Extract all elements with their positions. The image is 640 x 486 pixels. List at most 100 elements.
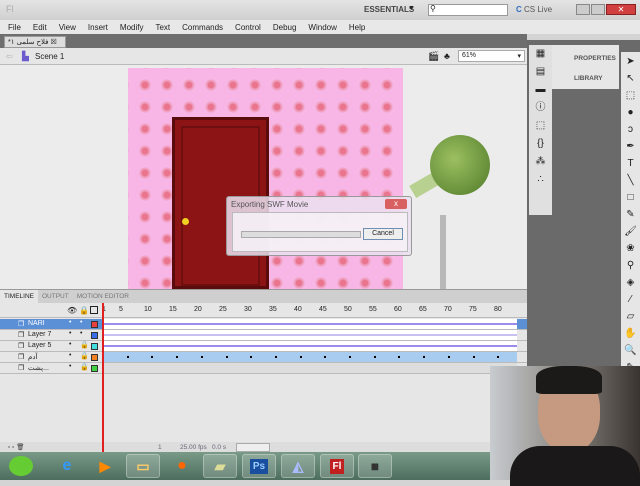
edit-scene-icon[interactable]: 🎬: [428, 51, 439, 62]
layer-color-swatch[interactable]: [91, 354, 98, 361]
bone-tool-icon[interactable]: ⚲: [627, 258, 634, 273]
keyframe[interactable]: [176, 356, 179, 358]
layer-frames[interactable]: [102, 319, 517, 329]
eyedropper-tool-icon[interactable]: ⁄: [630, 292, 632, 307]
rectangle-tool-icon[interactable]: □: [627, 190, 633, 205]
menu-text[interactable]: Text: [155, 23, 170, 32]
frame-rate[interactable]: 25.00 fps: [180, 444, 207, 451]
layer-name[interactable]: Layer 5: [28, 342, 51, 349]
edit-symbols-icon[interactable]: ♣: [444, 51, 450, 61]
layer-frames[interactable]: [102, 363, 517, 373]
keyframe[interactable]: [398, 356, 401, 358]
selection-tool-icon[interactable]: ➤: [626, 54, 634, 69]
layer-color-swatch[interactable]: [91, 321, 98, 328]
eraser-tool-icon[interactable]: ▱: [627, 309, 635, 324]
visibility-dot[interactable]: •: [69, 341, 71, 348]
layer-frames[interactable]: [102, 330, 517, 340]
dialog-close-button[interactable]: x: [385, 199, 407, 209]
lock-icon[interactable]: 🔒: [80, 352, 89, 360]
cs-live-button[interactable]: CS Live: [524, 5, 552, 14]
lasso-tool-icon[interactable]: ↄ: [628, 122, 633, 137]
back-arrow-icon[interactable]: ⇦: [6, 52, 13, 61]
timeline-layer[interactable]: ❐ Layer 5 • 🔒: [0, 341, 527, 352]
layer-frames[interactable]: [102, 352, 517, 362]
close-button[interactable]: ✕: [606, 4, 636, 15]
paint-bucket-tool-icon[interactable]: ◈: [627, 275, 635, 290]
layer-color-swatch[interactable]: [91, 365, 98, 372]
zoom-select[interactable]: 61% ▾: [458, 50, 525, 62]
visibility-dot[interactable]: •: [69, 363, 71, 370]
firefox-icon[interactable]: ●: [165, 454, 199, 478]
3d-rotation-tool-icon[interactable]: ●: [627, 105, 633, 120]
visibility-dot[interactable]: •: [69, 319, 71, 326]
pen-tool-icon[interactable]: ✒: [626, 139, 634, 154]
menu-commands[interactable]: Commands: [182, 23, 223, 32]
lock-dot[interactable]: •: [80, 319, 82, 326]
app-icon[interactable]: ◭: [281, 454, 315, 478]
playhead[interactable]: [102, 303, 104, 453]
timeline-layer[interactable]: ❐ NARI • •: [0, 319, 527, 330]
zoom-tool-icon[interactable]: 🔍: [624, 343, 636, 358]
timeline-layer[interactable]: ❐ پشت... • 🔒: [0, 363, 527, 374]
keyframe[interactable]: [299, 356, 302, 358]
subselection-tool-icon[interactable]: ↖: [626, 71, 634, 86]
layer-frames[interactable]: [102, 341, 517, 351]
components-icon[interactable]: ⁂: [529, 153, 552, 171]
lock-dot[interactable]: •: [80, 330, 82, 337]
menu-window[interactable]: Window: [308, 23, 336, 32]
cancel-button[interactable]: Cancel: [363, 228, 403, 240]
keyframe[interactable]: [472, 356, 475, 358]
brush-tool-icon[interactable]: 🖌: [624, 224, 637, 239]
explorer-icon[interactable]: ▭: [126, 454, 160, 478]
keyframe[interactable]: [274, 356, 277, 358]
keyframe[interactable]: [324, 356, 327, 358]
text-tool-icon[interactable]: T: [627, 156, 633, 171]
media-player-icon[interactable]: ▶: [88, 454, 122, 478]
keyframe[interactable]: [250, 356, 253, 358]
swatches-icon[interactable]: ▤: [529, 63, 552, 81]
menu-insert[interactable]: Insert: [88, 23, 108, 32]
layer-name[interactable]: پشت...: [28, 364, 49, 372]
free-transform-tool-icon[interactable]: ⬚: [626, 88, 635, 103]
document-tab[interactable]: *فلاح سلمی ۱ ☒: [4, 36, 66, 48]
layer-name[interactable]: NARI: [28, 320, 45, 327]
keyframe[interactable]: [447, 356, 450, 358]
workspace-switcher[interactable]: ESSENTIALS: [364, 5, 414, 14]
start-button[interactable]: [4, 454, 38, 478]
keyframe[interactable]: [126, 356, 129, 358]
keyframe[interactable]: [151, 356, 154, 358]
lock-icon[interactable]: 🔒: [79, 306, 89, 315]
tab-motion-editor[interactable]: MOTION EDITOR: [73, 290, 133, 303]
layer-name[interactable]: آدم: [28, 353, 37, 361]
keyframe[interactable]: [225, 356, 228, 358]
menu-edit[interactable]: Edit: [33, 23, 47, 32]
restore-button[interactable]: [591, 4, 605, 15]
lock-icon[interactable]: 🔒: [80, 363, 89, 371]
motion-icon[interactable]: ∴: [529, 171, 552, 189]
visibility-dot[interactable]: •: [69, 352, 71, 359]
lock-icon[interactable]: 🔒: [80, 341, 89, 349]
layer-color-swatch[interactable]: [91, 343, 98, 350]
line-tool-icon[interactable]: ╲: [627, 173, 633, 188]
keyframe[interactable]: [349, 356, 351, 358]
horizontal-scrollbar[interactable]: [236, 443, 270, 452]
keyframe[interactable]: [497, 356, 500, 358]
timeline-layer[interactable]: ❐ Layer 7 • •: [0, 330, 527, 341]
timeline-layer[interactable]: ❐ آدم • 🔒: [0, 352, 527, 363]
visibility-dot[interactable]: •: [69, 330, 71, 337]
menu-file[interactable]: File: [8, 23, 21, 32]
properties-tab[interactable]: PROPERTIES: [574, 55, 616, 62]
search-input[interactable]: [428, 4, 508, 16]
menu-help[interactable]: Help: [349, 23, 365, 32]
motion-presets-icon[interactable]: ▦: [529, 45, 552, 63]
minimize-button[interactable]: [576, 4, 590, 15]
info-icon[interactable]: ⓘ: [529, 99, 552, 117]
layer-name[interactable]: Layer 7: [28, 331, 51, 338]
transform-icon[interactable]: ⬚: [529, 117, 552, 135]
align-icon[interactable]: ▬: [529, 81, 552, 99]
outline-icon[interactable]: [90, 306, 98, 314]
keyframe[interactable]: [200, 356, 203, 358]
frame-ruler[interactable]: 👁 🔒 15101520253035404550556065707580: [0, 304, 527, 318]
menu-debug[interactable]: Debug: [273, 23, 297, 32]
actions-icon[interactable]: {}: [529, 135, 552, 153]
